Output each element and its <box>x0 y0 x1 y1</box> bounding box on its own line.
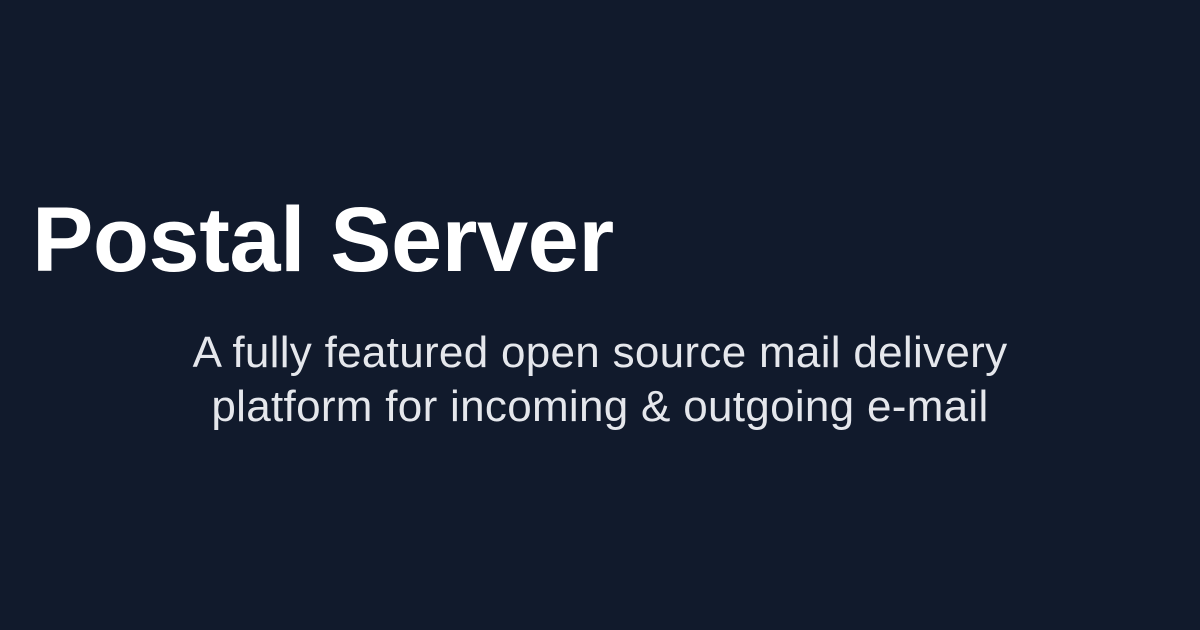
tagline-line-2: platform for incoming & outgoing e-mail <box>211 382 989 431</box>
page-title: Postal Server <box>32 189 614 291</box>
tagline-line-1: A fully featured open source mail delive… <box>192 328 1008 377</box>
social-preview-card: Postal Server A fully featured open sour… <box>0 0 1200 630</box>
tagline: A fully featured open source mail delive… <box>100 326 1100 434</box>
